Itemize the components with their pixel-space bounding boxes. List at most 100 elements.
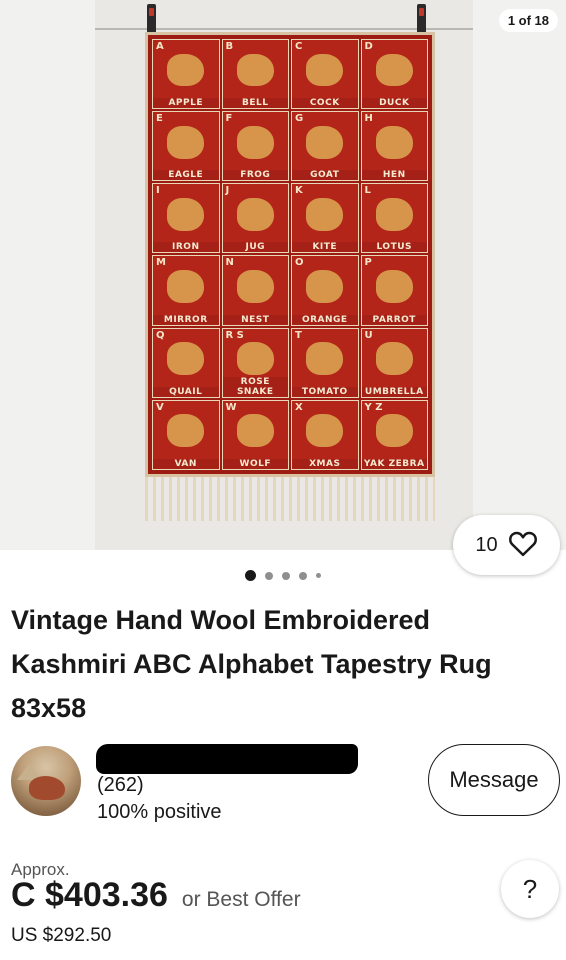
rug-cell: K KITE xyxy=(291,183,359,254)
rug-cell-word: HEN xyxy=(361,170,427,181)
rug-cell-word: ORANGE xyxy=(292,314,358,325)
rug-cell-letter: H xyxy=(364,113,373,125)
message-button[interactable]: Message xyxy=(428,744,560,816)
rug-cell-motif xyxy=(375,342,413,375)
rug-cell: H HEN xyxy=(360,111,428,182)
rug-cell-motif xyxy=(167,53,205,87)
price-amount: C $403.36 xyxy=(11,876,168,914)
seller-feedback-count[interactable]: (262) xyxy=(97,774,144,797)
rug-cell: J JUG xyxy=(221,183,289,254)
rug-cell: C COCK xyxy=(291,39,359,110)
rug-cell-word: EAGLE xyxy=(153,170,219,181)
rug-cell-word: FROG xyxy=(222,170,288,181)
rug-cell-letter: U xyxy=(364,329,373,341)
rug-cell-word: APPLE xyxy=(153,98,219,109)
rug-cell-motif xyxy=(236,53,274,87)
image-gallery[interactable]: A APPLE B BELL C COCK D DUCK E EAGLE F FROG G GOAT H HE… xyxy=(0,0,566,550)
favorite-count: 10 xyxy=(475,533,498,556)
rug-cell-letter: Y Z xyxy=(364,401,383,413)
rug-cell-motif xyxy=(236,342,274,375)
rug-cell-word: NEST xyxy=(222,314,288,325)
pagination-dot[interactable] xyxy=(245,570,256,581)
usd-price: US $292.50 xyxy=(11,925,112,946)
rug-cell-motif xyxy=(375,53,413,87)
rug-cell-letter: K xyxy=(295,185,303,197)
rug-cell-motif xyxy=(236,270,274,303)
rug-cell: G GOAT xyxy=(291,111,359,182)
image-counter: 1 of 18 xyxy=(498,9,558,32)
question-mark-icon: ? xyxy=(522,873,538,904)
rug-cell-word: MIRROR xyxy=(153,314,219,325)
rug-cell-letter: P xyxy=(364,257,372,269)
help-button[interactable]: ? xyxy=(501,860,559,918)
rug-cell-motif xyxy=(236,125,274,159)
gallery-pagination xyxy=(0,570,566,581)
rug-cell-word: PARROT xyxy=(361,314,427,325)
price-row: C $403.36 or Best Offer xyxy=(11,876,301,915)
redacted-seller-name xyxy=(96,744,358,774)
rug-cell-word: XMAS xyxy=(292,458,358,469)
rug-cell-motif xyxy=(306,197,344,231)
rug-cell: B BELL xyxy=(221,39,289,110)
rug-cell-letter: G xyxy=(295,113,304,125)
rug-cell: E EAGLE xyxy=(152,111,220,182)
pagination-dot[interactable] xyxy=(282,571,290,580)
seller-section: (262) 100% positive Message xyxy=(11,744,560,824)
rug-cell-motif xyxy=(167,125,205,159)
rug-cell-letter: X xyxy=(295,401,303,413)
rug-cell-motif xyxy=(167,270,205,303)
rug-image: A APPLE B BELL C COCK D DUCK E EAGLE F FROG G GOAT H HE… xyxy=(145,32,435,477)
rug-cell-word: JUG xyxy=(222,242,288,253)
rug-cell-letter: A xyxy=(156,41,164,52)
rug-cell-letter: N xyxy=(225,257,234,269)
rug-cell-word: DUCK xyxy=(361,98,427,109)
rug-cell: D DUCK xyxy=(360,39,428,110)
rug-cell-motif xyxy=(167,342,205,375)
rug-cell: F FROG xyxy=(221,111,289,182)
rug-cell-word: VAN xyxy=(153,458,219,469)
rug-cell-letter: C xyxy=(295,41,303,52)
rug-cell-motif xyxy=(375,197,413,231)
rug-cell: U UMBRELLA xyxy=(360,327,428,398)
pagination-dot[interactable] xyxy=(316,573,321,578)
seller-feedback-percent: 100% positive xyxy=(97,801,222,823)
rug-cell-motif xyxy=(375,125,413,159)
rug-cell-letter: F xyxy=(225,113,233,125)
rug-cell-letter: R S xyxy=(225,329,244,341)
rug-cell: W WOLF xyxy=(221,399,289,470)
best-offer-label: or Best Offer xyxy=(181,888,301,911)
rug-cell-letter: D xyxy=(364,41,373,52)
camel-shape xyxy=(29,776,65,800)
rug-cell-letter: O xyxy=(295,257,304,269)
rug-cell-motif xyxy=(236,414,274,448)
rug-cell-motif xyxy=(306,342,344,375)
rug-cell-letter: L xyxy=(364,185,371,197)
rug-cell-letter: J xyxy=(225,185,230,197)
rug-cell-letter: V xyxy=(156,401,164,413)
rug-cell-letter: Q xyxy=(156,329,165,341)
rug-cell-word: COCK xyxy=(292,98,358,109)
pagination-dot[interactable] xyxy=(299,571,307,580)
seller-avatar[interactable] xyxy=(11,746,81,816)
rug-cell: A APPLE xyxy=(152,39,220,110)
rug-cell-letter: E xyxy=(156,113,163,125)
rug-cell-word: GOAT xyxy=(292,170,358,181)
rug-cell: X XMAS xyxy=(291,399,359,470)
listing-photo[interactable]: A APPLE B BELL C COCK D DUCK E EAGLE F FROG G GOAT H HE… xyxy=(95,0,473,550)
rug-cell-word: KITE xyxy=(292,242,358,253)
rug-cell: Q QUAIL xyxy=(152,327,220,398)
rug-cell-motif xyxy=(306,125,344,159)
rug-cell-motif xyxy=(306,414,344,448)
rug-cell: M MIRROR xyxy=(152,255,220,326)
rug-fringe xyxy=(145,477,435,521)
rug-cell-word: UMBRELLA xyxy=(361,386,427,397)
rug-cell-word: BELL xyxy=(222,98,288,109)
rug-cell-motif xyxy=(306,53,344,87)
listing-title: Vintage Hand Wool Embroidered Kashmiri A… xyxy=(11,605,492,723)
rug-cell: P PARROT xyxy=(360,255,428,326)
rug-cell: O ORANGE xyxy=(291,255,359,326)
favorite-button[interactable]: 10 xyxy=(453,515,560,575)
pagination-dot[interactable] xyxy=(265,571,273,580)
rug-cell: V VAN xyxy=(152,399,220,470)
rug-cell-motif xyxy=(236,197,274,231)
